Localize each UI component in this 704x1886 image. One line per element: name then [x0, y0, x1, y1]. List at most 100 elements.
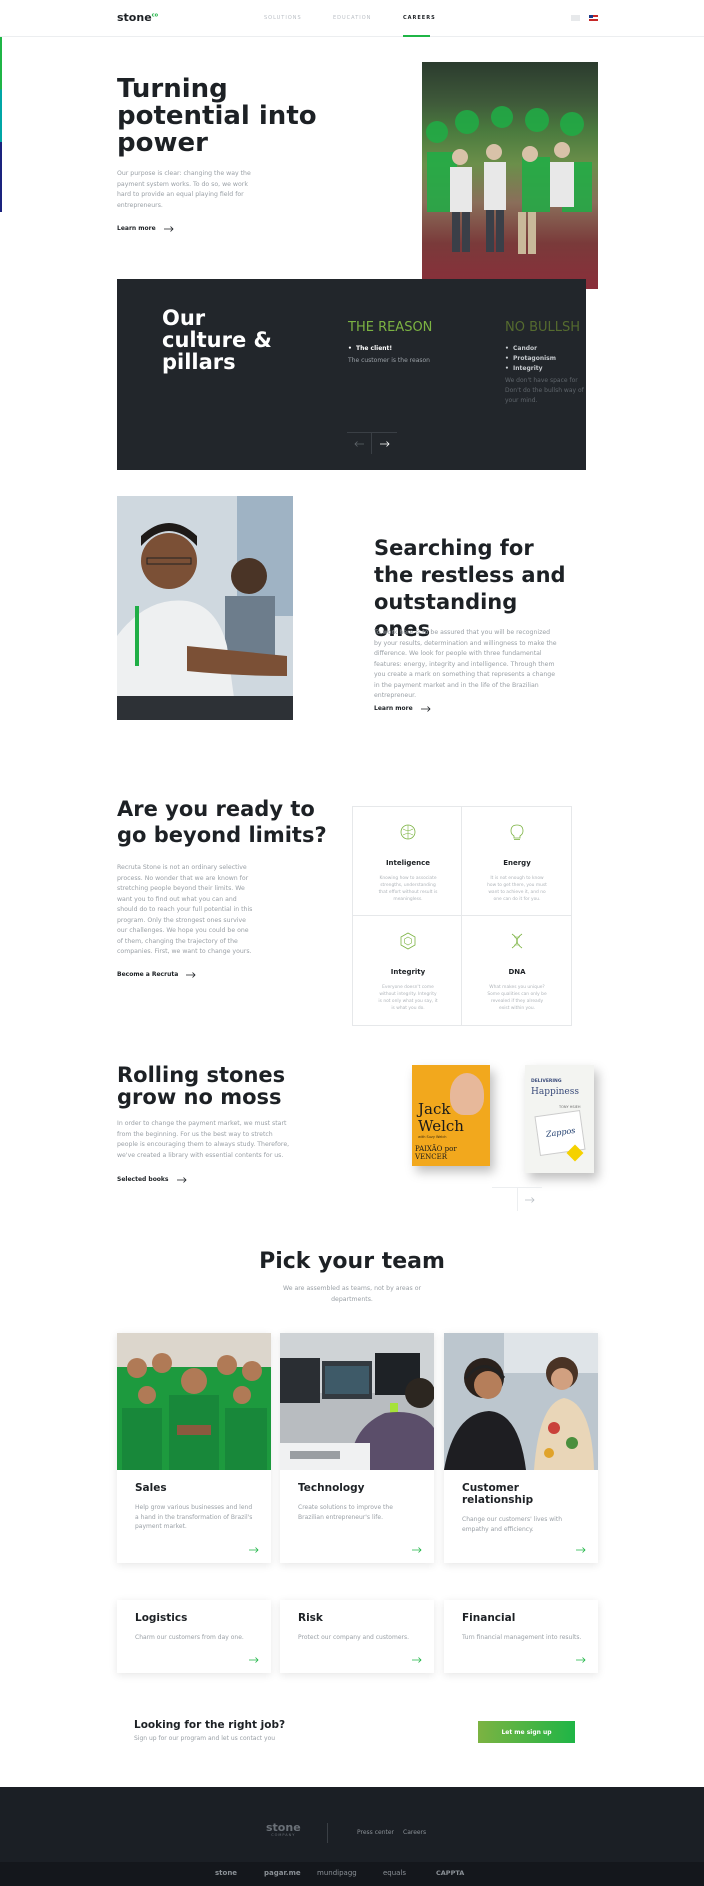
culture-title: Our culture & pillars: [162, 306, 272, 374]
books-next-button[interactable]: [517, 1188, 542, 1211]
team-name-financial: Financial: [462, 1612, 516, 1624]
book-1-author: with Suzy Welch: [418, 1135, 447, 1139]
arrow-right-icon: [576, 1657, 586, 1663]
trait-inteligence-name: Inteligence: [385, 859, 431, 867]
brand-mundipagg[interactable]: mundipagg: [317, 1869, 357, 1877]
team-name-logistics: Logistics: [135, 1612, 188, 1624]
arrow-right-icon: [186, 971, 196, 978]
team-card-logistics[interactable]: Logistics Charm our customers from day o…: [117, 1600, 271, 1673]
brand-equals[interactable]: equals: [383, 1869, 406, 1877]
book-2-author: TONY HSIEH: [559, 1105, 581, 1109]
arrow-right-icon: [249, 1657, 259, 1663]
ready-body: Recruta Stone is not an ordinary selecti…: [117, 864, 253, 955]
teams-title: Pick your team: [259, 1249, 445, 1274]
cta-title: Looking for the right job?: [134, 1719, 286, 1731]
nav-solutions[interactable]: SOLUTIONS: [264, 15, 302, 21]
brands-bar: stone pagar.me mundipagg equals CAPPTA: [0, 1862, 704, 1886]
book-2-sub: Zappos: [545, 1125, 576, 1139]
footer: stone COMPANY Press center Careers: [0, 1787, 704, 1862]
culture-reason-text: The customer is the reason: [348, 357, 430, 364]
team-desc-risk: Protect our company and customers.: [298, 1634, 410, 1641]
nav-active-underline: [403, 35, 430, 37]
team-desc-financial: Turn financial management into results.: [462, 1634, 582, 1641]
hero-body: Our purpose is clear: changing the way t…: [117, 170, 251, 209]
bulb-icon: [510, 824, 524, 840]
book-2-title-top: DELIVERING: [531, 1079, 562, 1084]
book-1-title-mid: Welch: [418, 1117, 464, 1135]
team-card-financial[interactable]: Financial Turn financial management into…: [444, 1600, 598, 1673]
team-photo-customer: [444, 1333, 598, 1470]
culture-panel: Our culture & pillars THE REASON • The c…: [117, 279, 586, 470]
sign-up-button[interactable]: Let me sign up: [478, 1721, 575, 1743]
logo-sup: co: [151, 12, 159, 19]
footer-link-press[interactable]: Press center: [357, 1829, 394, 1836]
team-card-sales[interactable]: Sales Help grow various businesses and l…: [117, 1333, 271, 1563]
rolling-selected-books-link[interactable]: Selected books: [117, 1176, 187, 1183]
trait-energy: Energy It is not enough to know how to g…: [462, 807, 571, 916]
team-name-technology: Technology: [298, 1482, 365, 1494]
team-photo-technology: [280, 1333, 434, 1470]
hero-learn-more-link[interactable]: Learn more: [117, 225, 174, 232]
trait-dna-text: What makes you unique? Some qualities ca…: [487, 985, 547, 1011]
trait-integrity-text: Everyone doesn't come without integrity.…: [378, 985, 438, 1011]
logo[interactable]: stoneco: [117, 11, 158, 24]
flag-brazil-icon[interactable]: [571, 15, 580, 21]
rolling-body: In order to change the payment market, w…: [117, 1120, 290, 1159]
culture-nobull-bullet-1: • Candor: [505, 345, 538, 352]
culture-reason-bullet-text: The client!: [356, 345, 393, 352]
rolling-selected-books-label: Selected books: [117, 1176, 169, 1183]
team-card-technology[interactable]: Technology Create solutions to improve t…: [280, 1333, 434, 1563]
smiling-man-illustration: [117, 496, 293, 720]
search-learn-more-link[interactable]: Learn more: [374, 705, 431, 712]
cta-subtitle: Sign up for our program and let us conta…: [134, 1735, 276, 1742]
team-desc-customer: Change our customers' lives with empathy…: [462, 1516, 563, 1533]
team-photo-sales: [117, 1333, 271, 1470]
book-jack-welch[interactable]: Jack Welch with Suzy Welch PAIXÃO por VE…: [412, 1065, 490, 1166]
arrow-right-icon: [525, 1196, 535, 1203]
arrow-right-icon: [379, 440, 390, 447]
book-delivering-happiness[interactable]: DELIVERING Happiness TONY HSIEH Zappos: [525, 1065, 594, 1173]
arrow-right-icon: [576, 1547, 586, 1553]
hero-title: Turning potential into power: [117, 74, 317, 158]
bullet-text: Protagonism: [513, 355, 556, 362]
footer-divider: [327, 1823, 328, 1843]
team-card-risk[interactable]: Risk Protect our company and customers.: [280, 1600, 434, 1673]
team-name-sales: Sales: [135, 1482, 167, 1494]
trait-inteligence: Inteligence Knowing how to associate str…: [353, 807, 462, 916]
team-card-customer-relationship[interactable]: Customer relationship Change our custome…: [444, 1333, 598, 1563]
footer-logo[interactable]: stone COMPANY: [266, 1821, 301, 1837]
hero-learn-more-label: Learn more: [117, 225, 156, 232]
brand-stone[interactable]: stone: [215, 1869, 237, 1877]
culture-nobull-bullet-3: • Integrity: [505, 365, 543, 372]
bullet-text: Candor: [513, 345, 538, 352]
arrow-right-icon: [249, 1547, 259, 1553]
book-1-sub: PAIXÃO por VENCER: [415, 1145, 457, 1161]
brand-pagarme[interactable]: pagar.me: [264, 1869, 301, 1877]
ready-title: Are you ready to go beyond limits?: [117, 797, 327, 847]
brand-cappta[interactable]: CAPPTA: [436, 1869, 464, 1877]
flag-us-icon[interactable]: [589, 15, 598, 21]
search-photo: [117, 496, 293, 720]
trait-dna-name: DNA: [508, 968, 526, 976]
book-1-author-face: [450, 1073, 484, 1115]
team-name-risk: Risk: [298, 1612, 323, 1624]
traits-grid: Inteligence Knowing how to associate str…: [352, 806, 572, 1026]
culture-nobull-heading: NO BULLSH: [505, 320, 581, 335]
nav-education[interactable]: EDUCATION: [333, 15, 371, 21]
nav-careers[interactable]: CAREERS: [403, 15, 436, 21]
hexagon-icon: [400, 932, 416, 950]
ready-become-recruta-label: Become a Recruta: [117, 971, 179, 978]
crowd-illustration: [426, 106, 592, 254]
sales-team-illustration: [122, 1353, 267, 1470]
arrow-right-icon: [163, 225, 174, 232]
culture-nobull-text: We don't have space for Don't do the bul…: [505, 377, 584, 404]
logo-text: stone: [117, 11, 152, 24]
culture-prev-button[interactable]: [347, 432, 372, 454]
books-carousel-nav: [492, 1187, 542, 1211]
trait-dna: DNA What makes you unique? Some qualitie…: [462, 916, 571, 1025]
arrow-right-icon: [412, 1547, 422, 1553]
culture-next-button[interactable]: [372, 432, 397, 454]
footer-link-careers[interactable]: Careers: [403, 1829, 426, 1836]
ready-become-recruta-link[interactable]: Become a Recruta: [117, 971, 196, 978]
culture-nobull-bullet-2: • Protagonism: [505, 355, 556, 362]
